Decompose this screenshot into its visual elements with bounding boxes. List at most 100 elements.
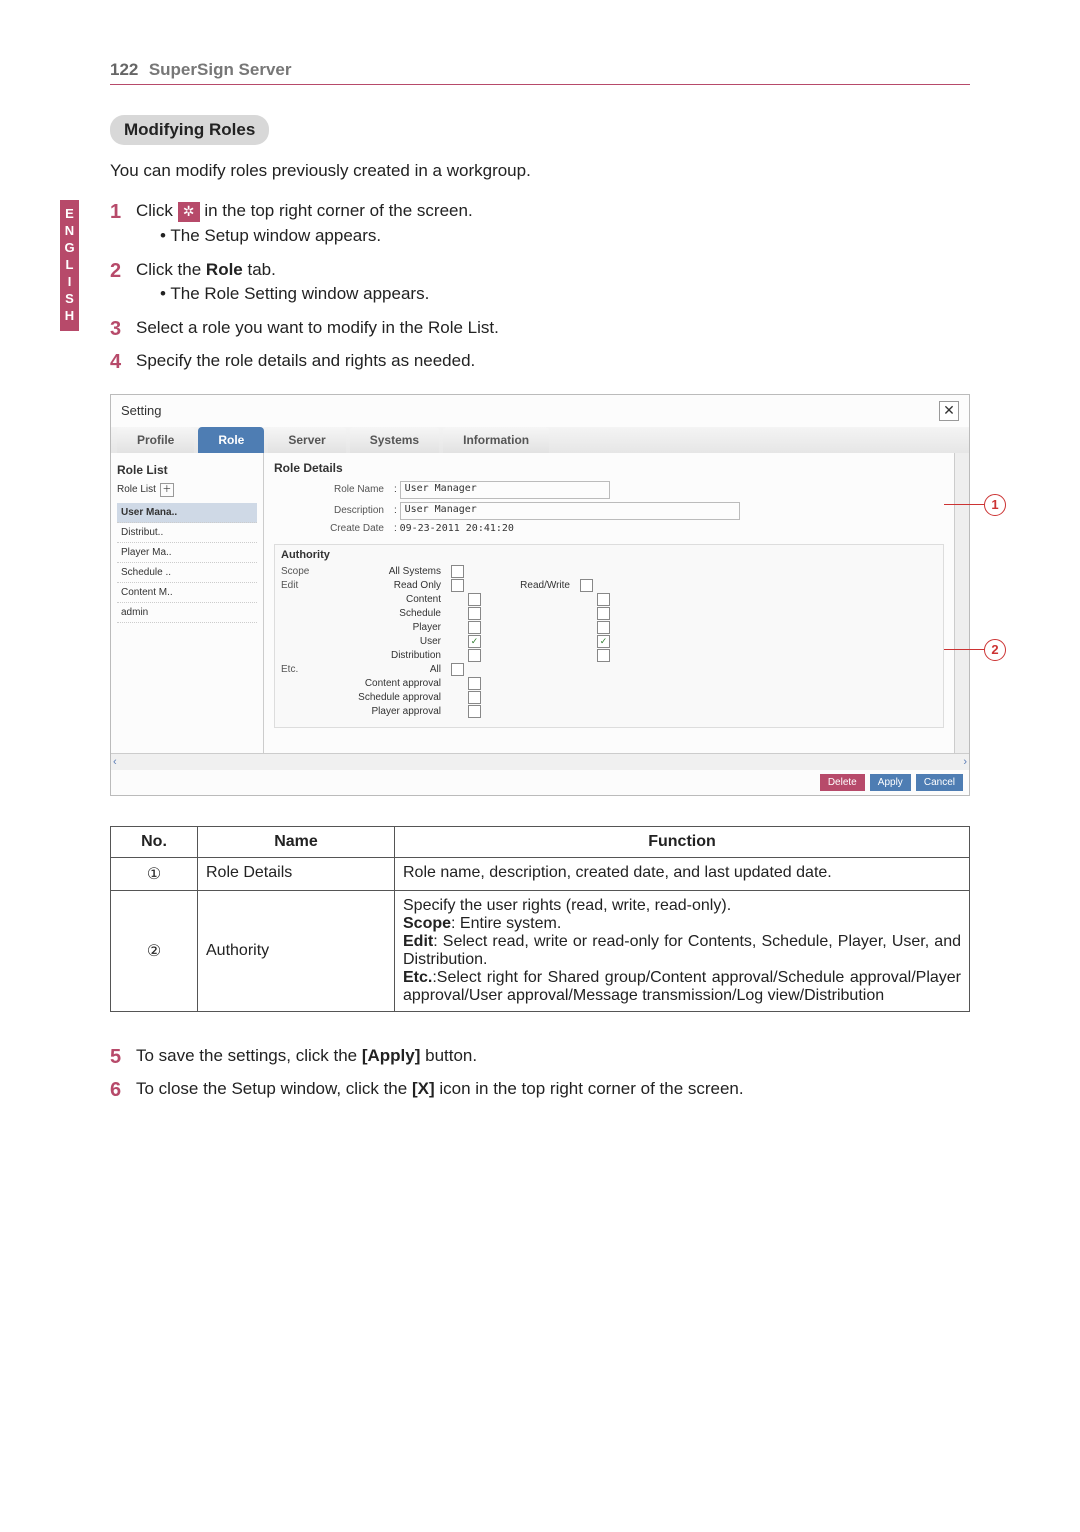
horizontal-scrollbar[interactable]: ‹ › bbox=[111, 753, 969, 770]
callout-1-label: 1 bbox=[984, 494, 1006, 516]
step-4-text: Specify the role details and rights as n… bbox=[136, 351, 970, 374]
language-side-tab: ENGLISH bbox=[60, 200, 79, 331]
callout-1: 1 bbox=[944, 494, 1006, 516]
description-label: Description bbox=[274, 505, 394, 516]
content-ro-checkbox[interactable] bbox=[468, 593, 481, 606]
col-no: No. bbox=[111, 826, 198, 857]
row2-function: Specify the user rights (read, write, re… bbox=[395, 890, 970, 1011]
row2-line1: Specify the user rights (read, write, re… bbox=[403, 897, 961, 915]
role-name-input[interactable]: User Manager bbox=[400, 481, 610, 499]
player-ro-checkbox[interactable] bbox=[468, 621, 481, 634]
step-4: 4 Specify the role details and rights as… bbox=[110, 351, 970, 374]
step-2-text-b: tab. bbox=[243, 260, 276, 279]
schedule-ro-checkbox[interactable] bbox=[468, 607, 481, 620]
section-title: Modifying Roles bbox=[110, 115, 269, 145]
distribution-ro-checkbox[interactable] bbox=[468, 649, 481, 662]
read-write-label: Read/Write bbox=[470, 580, 580, 591]
step-num-4: 4 bbox=[110, 351, 136, 374]
all-systems-checkbox[interactable] bbox=[451, 565, 464, 578]
row1-no: ① bbox=[111, 857, 198, 890]
distribution-rw-checkbox[interactable] bbox=[597, 649, 610, 662]
user-label: User bbox=[331, 636, 451, 647]
step-6-bold: [X] bbox=[412, 1079, 435, 1098]
step-2: 2 Click the Role tab. The Role Setting w… bbox=[110, 260, 970, 308]
page-header: 122 SuperSign Server bbox=[110, 60, 970, 85]
row2-etc-b: Etc. bbox=[403, 969, 432, 986]
step-num-6: 6 bbox=[110, 1079, 136, 1102]
content-approval-checkbox[interactable] bbox=[468, 677, 481, 690]
schedule-label: Schedule bbox=[331, 608, 451, 619]
step-num-5: 5 bbox=[110, 1046, 136, 1069]
step-6-text-b: icon in the top right corner of the scre… bbox=[435, 1079, 744, 1098]
description-input[interactable]: User Manager bbox=[400, 502, 740, 520]
role-item[interactable]: Schedule .. bbox=[117, 563, 257, 583]
row1-name: Role Details bbox=[198, 857, 395, 890]
role-details-header: Role Details bbox=[274, 461, 944, 475]
row2-no: ② bbox=[111, 890, 198, 1011]
user-rw-checkbox[interactable] bbox=[597, 635, 610, 648]
schedule-rw-checkbox[interactable] bbox=[597, 607, 610, 620]
authority-section: Authority Scope All Systems Edit Read On… bbox=[274, 544, 944, 728]
role-name-label: Role Name bbox=[274, 484, 394, 495]
gear-icon: ✲ bbox=[178, 202, 200, 222]
role-details-panel: Role Details Role Name : User Manager De… bbox=[264, 453, 954, 753]
role-list-panel: Role List Role List ＋ User Mana.. Distri… bbox=[111, 453, 264, 753]
schedule-approval-label: Schedule approval bbox=[331, 692, 451, 703]
create-date-value: 09-23-2011 20:41:20 bbox=[400, 523, 514, 534]
step-6: 6 To close the Setup window, click the [… bbox=[110, 1079, 970, 1102]
tab-profile[interactable]: Profile bbox=[117, 427, 194, 453]
all-label: All bbox=[331, 664, 451, 675]
tab-server[interactable]: Server bbox=[268, 427, 345, 453]
step-5-text-a: To save the settings, click the bbox=[136, 1046, 362, 1065]
player-approval-checkbox[interactable] bbox=[468, 705, 481, 718]
step-3-text: Select a role you want to modify in the … bbox=[136, 318, 970, 341]
setting-title: Setting bbox=[121, 403, 161, 418]
etc-all-checkbox[interactable] bbox=[451, 663, 464, 676]
callout-2: 2 bbox=[944, 639, 1006, 661]
role-item[interactable]: Player Ma.. bbox=[117, 543, 257, 563]
role-item[interactable]: User Mana.. bbox=[117, 503, 257, 523]
step-1-bullet: The Setup window appears. bbox=[160, 226, 970, 246]
role-item[interactable]: Distribut.. bbox=[117, 523, 257, 543]
step-5-text-b: button. bbox=[420, 1046, 477, 1065]
add-role-icon[interactable]: ＋ bbox=[160, 483, 174, 497]
all-systems-label: All Systems bbox=[331, 566, 451, 577]
apply-button[interactable]: Apply bbox=[870, 774, 911, 791]
read-only-label: Read Only bbox=[331, 580, 451, 591]
section-intro: You can modify roles previously created … bbox=[110, 161, 970, 181]
content-approval-label: Content approval bbox=[331, 678, 451, 689]
row2-edit-b: Edit bbox=[403, 933, 433, 950]
close-icon[interactable]: ✕ bbox=[939, 401, 959, 421]
delete-button[interactable]: Delete bbox=[820, 774, 865, 791]
read-only-checkbox[interactable] bbox=[451, 579, 464, 592]
tab-systems[interactable]: Systems bbox=[350, 427, 439, 453]
row2-edit-t: : Select read, write or read-only for Co… bbox=[403, 933, 961, 968]
content-rw-checkbox[interactable] bbox=[597, 593, 610, 606]
header-title: SuperSign Server bbox=[149, 60, 292, 79]
schedule-approval-checkbox[interactable] bbox=[468, 691, 481, 704]
scroll-right-icon[interactable]: › bbox=[963, 756, 967, 768]
role-item[interactable]: admin bbox=[117, 603, 257, 623]
callout-2-label: 2 bbox=[984, 639, 1006, 661]
scope-cat: Scope bbox=[281, 566, 331, 577]
step-5-bold: [Apply] bbox=[362, 1046, 421, 1065]
player-rw-checkbox[interactable] bbox=[597, 621, 610, 634]
user-ro-checkbox[interactable] bbox=[468, 635, 481, 648]
read-write-checkbox[interactable] bbox=[580, 579, 593, 592]
edit-cat: Edit bbox=[281, 580, 331, 591]
tab-role[interactable]: Role bbox=[198, 427, 264, 453]
content-label: Content bbox=[331, 594, 451, 605]
role-item[interactable]: Content M.. bbox=[117, 583, 257, 603]
scroll-left-icon[interactable]: ‹ bbox=[113, 756, 117, 768]
tab-information[interactable]: Information bbox=[443, 427, 549, 453]
step-6-text-a: To close the Setup window, click the bbox=[136, 1079, 412, 1098]
cancel-button[interactable]: Cancel bbox=[916, 774, 963, 791]
row2-etc-t: :Select right for Shared group/Content a… bbox=[403, 969, 961, 1004]
authority-header: Authority bbox=[281, 549, 937, 561]
player-approval-label: Player approval bbox=[331, 706, 451, 717]
step-1: 1 Click ✲ in the top right corner of the… bbox=[110, 201, 970, 250]
legend-table: No. Name Function ① Role Details Role na… bbox=[110, 826, 970, 1012]
page-number: 122 bbox=[110, 60, 138, 79]
step-5: 5 To save the settings, click the [Apply… bbox=[110, 1046, 970, 1069]
step-2-bold: Role bbox=[206, 260, 243, 279]
